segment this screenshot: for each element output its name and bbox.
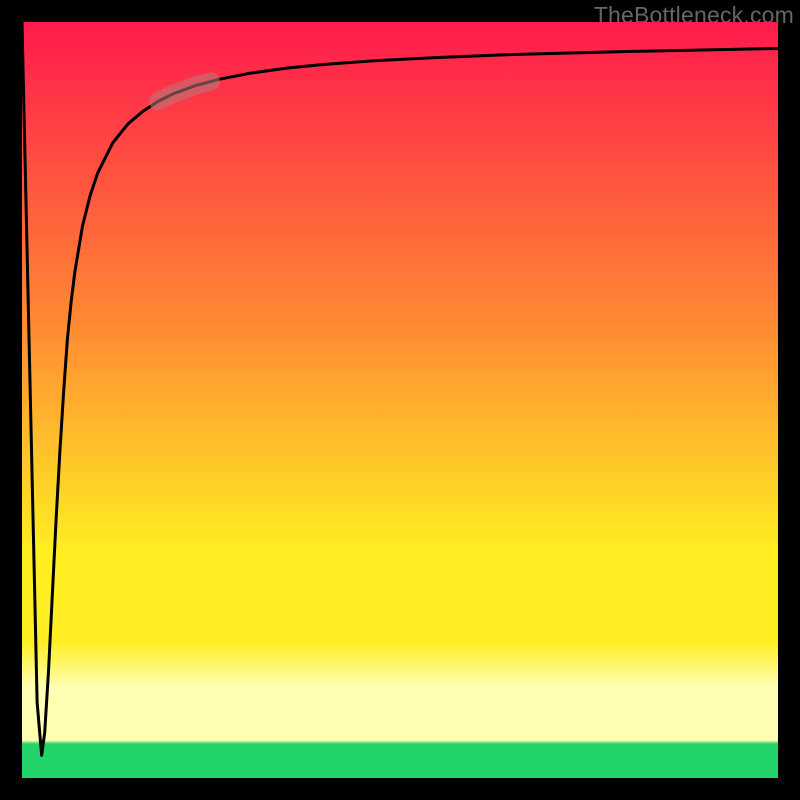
- plot-area: [22, 22, 778, 778]
- chart-svg: [22, 22, 778, 778]
- chart-background: [22, 22, 778, 778]
- chart-stage: TheBottleneck.com: [0, 0, 800, 800]
